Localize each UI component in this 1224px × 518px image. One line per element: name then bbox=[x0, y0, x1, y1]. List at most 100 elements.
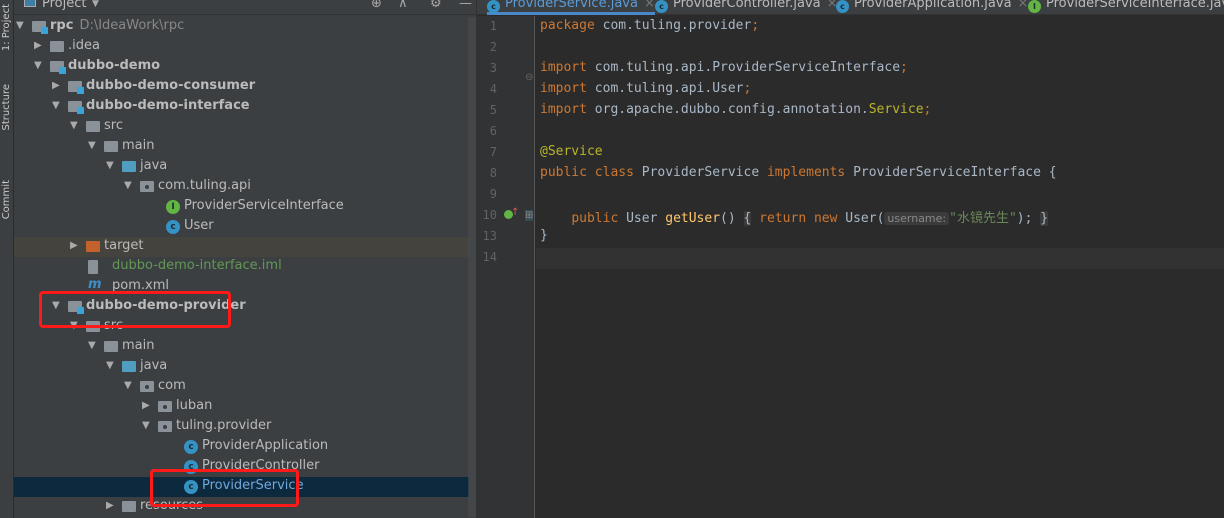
code-editor[interactable]: c ProviderService.java × c ProviderControlle… bbox=[477, 0, 1224, 518]
current-line-highlight bbox=[536, 248, 1224, 269]
collapsed-arrow-icon[interactable]: ▶ bbox=[106, 500, 114, 511]
project-panel-header: Project ▼ ⊕ ⊼ ⚙ — bbox=[14, 0, 477, 15]
tree-item[interactable]: ▼ java bbox=[14, 157, 469, 177]
close-icon[interactable]: × bbox=[1018, 0, 1029, 11]
collapsed-arrow-icon[interactable]: ▶ bbox=[70, 240, 78, 251]
commit-tool-button[interactable]: Commit bbox=[0, 180, 13, 219]
expanded-arrow-icon[interactable]: ▼ bbox=[142, 420, 150, 431]
tree-item[interactable]: ▶ target bbox=[14, 237, 469, 257]
line-number: 7 bbox=[489, 145, 497, 159]
project-tool-button[interactable]: 1: Project bbox=[0, 4, 13, 51]
tree-item[interactable]: dubbo-demo-interface.iml bbox=[14, 257, 469, 277]
line-number: 1 bbox=[489, 19, 497, 33]
collapsed-arrow-icon[interactable]: ▶ bbox=[52, 80, 60, 91]
tree-item-text: dubbo-demo-consumer bbox=[86, 78, 255, 93]
module-icon bbox=[50, 61, 66, 74]
expanded-arrow-icon[interactable]: ▼ bbox=[106, 160, 114, 171]
line-number: 2 bbox=[489, 40, 497, 54]
project-view-selector[interactable]: Project bbox=[42, 0, 86, 11]
code-line: public class ProviderService implements … bbox=[540, 165, 1057, 180]
chevron-down-icon[interactable]: ▼ bbox=[92, 0, 99, 9]
editor-gutter: ↑ ⊖ ⊞ 1 2 3 4 5 6 7 8 9 10 13 14 bbox=[477, 16, 535, 518]
tree-item-label: luban bbox=[176, 398, 213, 413]
code-token: import bbox=[540, 81, 595, 96]
fold-icon[interactable]: ⊖ bbox=[525, 72, 533, 83]
expanded-arrow-icon[interactable]: ▼ bbox=[16, 20, 24, 31]
tree-item-text: .idea bbox=[68, 38, 100, 53]
gear-icon[interactable]: ⚙ bbox=[430, 0, 442, 11]
collapsed-arrow-icon[interactable]: ▶ bbox=[34, 40, 42, 51]
editor-tab[interactable]: c ProviderController.java × bbox=[655, 0, 838, 15]
class-icon: c bbox=[166, 220, 180, 234]
code-token: ; bbox=[743, 81, 752, 96]
tree-item[interactable]: c User bbox=[14, 217, 469, 237]
tree-item[interactable]: ▼ tuling.provider bbox=[14, 417, 469, 437]
code-line: import org.apache.dubbo.config.annotatio… bbox=[540, 102, 931, 117]
collapsed-arrow-icon[interactable]: ▶ bbox=[142, 400, 150, 411]
code-token: implements bbox=[766, 165, 854, 180]
locate-icon[interactable]: ⊕ bbox=[371, 0, 382, 11]
tree-item[interactable]: ▼ com bbox=[14, 377, 469, 397]
tree-item[interactable]: ▼ main bbox=[14, 337, 469, 357]
tree-item-label: tuling.provider bbox=[176, 418, 272, 433]
expanded-arrow-icon[interactable]: ▼ bbox=[88, 140, 96, 151]
expanded-arrow-icon[interactable]: ▼ bbox=[124, 380, 132, 391]
tree-scrollbar[interactable] bbox=[468, 17, 476, 517]
editor-tab[interactable]: c ProviderService.java × bbox=[487, 0, 655, 15]
tree-item[interactable]: ▼ src bbox=[14, 117, 469, 137]
minimize-icon[interactable]: — bbox=[459, 0, 472, 11]
code-line: package com.tuling.provider; bbox=[540, 18, 759, 33]
line-number: 8 bbox=[489, 166, 497, 180]
tree-item[interactable]: ▼ dubbo-demo-interface bbox=[14, 97, 469, 117]
tree-item[interactable]: ▼ rpc D:\IdeaWork\rpc bbox=[14, 17, 469, 37]
project-path: D:\IdeaWork\rpc bbox=[79, 18, 185, 33]
code-token: return new bbox=[751, 211, 846, 226]
tree-item[interactable]: ▶ .idea bbox=[14, 37, 469, 57]
line-number: 6 bbox=[489, 124, 497, 138]
tree-item[interactable]: I ProviderServiceInterface bbox=[14, 197, 469, 217]
code-token: package bbox=[540, 18, 603, 33]
class-icon: c bbox=[655, 0, 668, 13]
code-token: } bbox=[1040, 211, 1049, 226]
structure-tool-button[interactable]: Structure bbox=[0, 84, 13, 131]
close-icon[interactable]: × bbox=[644, 0, 655, 11]
code-token: ; bbox=[923, 102, 932, 117]
tree-item-label: User bbox=[184, 218, 214, 233]
code-token: public bbox=[571, 211, 627, 226]
expanded-arrow-icon[interactable]: ▼ bbox=[52, 100, 60, 111]
editor-tabs: c ProviderService.java × c ProviderControlle… bbox=[477, 0, 1224, 15]
expanded-arrow-icon[interactable]: ▼ bbox=[34, 60, 42, 71]
tree-item[interactable]: ▼ dubbo-demo bbox=[14, 57, 469, 77]
project-panel: Project ▼ ⊕ ⊼ ⚙ — ▼ rpc D:\IdeaWork\rpc ▶ .i… bbox=[14, 0, 477, 518]
collapse-icon[interactable]: ⊼ bbox=[398, 0, 408, 11]
expanded-arrow-icon[interactable]: ▼ bbox=[106, 360, 114, 371]
editor-tab[interactable]: c ProviderApplication.java × bbox=[836, 0, 1028, 15]
expanded-arrow-icon[interactable]: ▼ bbox=[124, 180, 132, 191]
tree-item-label: dubbo-demo bbox=[68, 58, 161, 73]
editor-tab[interactable]: IProviderServiceInterface.java× bbox=[1028, 0, 1224, 15]
line-number: 14 bbox=[482, 250, 497, 264]
tree-item-text: dubbo-demo-interface bbox=[86, 98, 250, 113]
tree-item-text: ProviderServiceInterface bbox=[184, 198, 344, 213]
code-token: getUser bbox=[665, 211, 721, 226]
interface-icon: I bbox=[1028, 0, 1041, 13]
module-icon bbox=[68, 101, 84, 114]
folder-icon bbox=[86, 121, 100, 132]
code-token: ProviderServiceInterface { bbox=[853, 165, 1057, 180]
expanded-arrow-icon[interactable]: ▼ bbox=[70, 120, 78, 131]
tree-item[interactable]: ▼ com.tuling.api bbox=[14, 177, 469, 197]
tree-item-text: rpc D:\IdeaWork\rpc bbox=[50, 18, 184, 33]
tree-item[interactable]: ▶ luban bbox=[14, 397, 469, 417]
tree-item-label: java bbox=[140, 358, 168, 373]
tree-item[interactable]: ▼ java bbox=[14, 357, 469, 377]
expanded-arrow-icon[interactable]: ▼ bbox=[88, 340, 96, 351]
tree-item-text: com bbox=[158, 378, 186, 393]
tree-item[interactable]: ▼ main bbox=[14, 137, 469, 157]
fold-expand-icon[interactable]: ⊞ bbox=[525, 210, 534, 221]
code-token: com.tuling.api.ProviderServiceInterface bbox=[594, 60, 901, 75]
spring-class-icon: c bbox=[836, 0, 849, 13]
tree-item[interactable]: c ProviderApplication bbox=[14, 437, 469, 457]
code-token: } bbox=[540, 228, 548, 243]
tree-item[interactable]: ▶ dubbo-demo-consumer bbox=[14, 77, 469, 97]
